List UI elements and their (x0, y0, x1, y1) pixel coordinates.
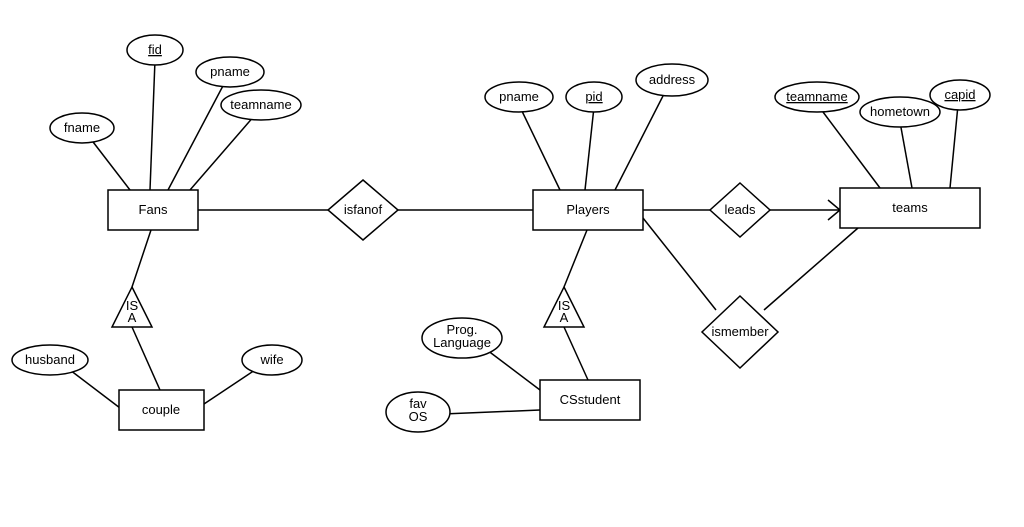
entity-couple: couple (119, 390, 204, 430)
svg-text:teamname: teamname (230, 97, 291, 112)
svg-text:pname: pname (499, 89, 539, 104)
relationship-label: isfanof (344, 202, 383, 217)
svg-text:teamname: teamname (786, 89, 847, 104)
svg-text:OS: OS (409, 409, 428, 424)
entity-label: CSstudent (560, 392, 621, 407)
svg-text:A: A (128, 310, 137, 325)
attr-fname: fname (50, 113, 114, 143)
svg-text:pname: pname (210, 64, 250, 79)
entity-label: teams (892, 200, 928, 215)
entity-players: Players (533, 190, 643, 230)
attr-husband: husband (12, 345, 88, 375)
entity-teams: teams (840, 188, 980, 228)
attr-fid: fid (127, 35, 183, 65)
attr-favos: favOS (386, 392, 450, 432)
attr-teamname-fans: teamname (221, 90, 301, 120)
attr-proglang: Prog.Language (422, 318, 502, 358)
svg-text:wife: wife (259, 352, 283, 367)
svg-text:fname: fname (64, 120, 100, 135)
svg-text:pid: pid (585, 89, 602, 104)
relationship-label: leads (724, 202, 756, 217)
attr-teamname-teams: teamname (775, 82, 859, 112)
attr-pid: pid (566, 82, 622, 112)
entity-label: Players (566, 202, 610, 217)
svg-text:hometown: hometown (870, 104, 930, 119)
attr-capid: capid (930, 80, 990, 110)
relationship-isfanof: isfanof (328, 180, 398, 240)
attr-pname-players: pname (485, 82, 553, 112)
attr-pname-fans: pname (196, 57, 264, 87)
svg-text:capid: capid (944, 87, 975, 102)
attr-hometown: hometown (860, 97, 940, 127)
attr-wife: wife (242, 345, 302, 375)
attr-address: address (636, 64, 708, 96)
entity-fans: Fans (108, 190, 198, 230)
svg-text:address: address (649, 72, 696, 87)
isa-players-csstudent: IS A (544, 287, 584, 327)
er-diagram: Fans Players teams couple CSstudent isfa… (12, 35, 990, 432)
svg-text:Language: Language (433, 335, 491, 350)
relationship-label: ismember (711, 324, 769, 339)
svg-text:fid: fid (148, 42, 162, 57)
svg-text:A: A (560, 310, 569, 325)
entity-csstudent: CSstudent (540, 380, 640, 420)
relationship-leads: leads (710, 183, 770, 237)
isa-fans-couple: IS A (112, 287, 152, 327)
svg-text:husband: husband (25, 352, 75, 367)
entity-label: Fans (139, 202, 168, 217)
entity-label: couple (142, 402, 180, 417)
